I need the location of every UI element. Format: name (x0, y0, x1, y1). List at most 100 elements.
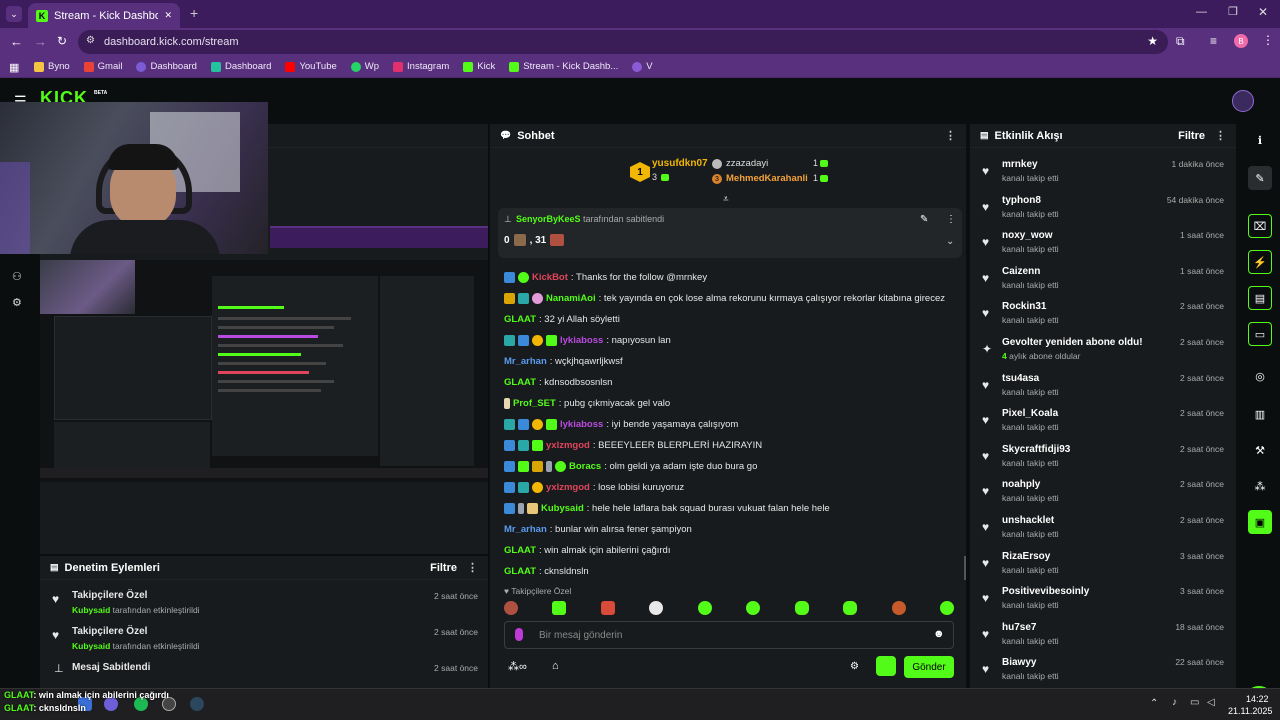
emote-icon[interactable] (843, 601, 858, 615)
close-window-button[interactable]: ✕ (1258, 5, 1268, 19)
bookmark-wp[interactable]: Wp (350, 61, 379, 72)
extensions-icon[interactable]: ⧉ (1176, 34, 1185, 49)
chat-scrollbar[interactable] (964, 556, 966, 580)
bookmark-gmail[interactable]: Gmail (83, 61, 122, 72)
wrench-icon[interactable]: ⚒ (1248, 438, 1272, 462)
bookmark-instagram[interactable]: Instagram (393, 61, 449, 72)
browser-menu-icon[interactable]: ⋮ (1262, 33, 1274, 47)
clock-time[interactable]: 14:22 (1246, 694, 1269, 704)
emote-icon[interactable] (552, 601, 567, 615)
emoji-picker-icon[interactable]: ☻ (933, 628, 945, 640)
chat-username[interactable]: lykiaboss (560, 335, 603, 346)
address-bar[interactable]: ⚙ dashboard.kick.com/stream ★ (78, 30, 1168, 54)
emote-icon[interactable] (649, 601, 664, 615)
send-button[interactable]: Gönder (904, 656, 954, 678)
maximize-button[interactable]: ❐ (1228, 5, 1238, 18)
kick-emote-button[interactable] (876, 656, 896, 676)
chat-username[interactable]: Kubysaid (541, 503, 584, 514)
emote-icon[interactable] (891, 601, 906, 615)
chat-username[interactable]: GLAAT (504, 545, 536, 556)
back-icon[interactable]: ← (10, 34, 23, 49)
tray-chevron-icon[interactable]: ⌃ (1150, 698, 1158, 709)
lightning-icon[interactable]: ⚡ (1248, 250, 1272, 274)
chat-username[interactable]: GLAAT (504, 566, 536, 577)
minimize-button[interactable]: — (1196, 6, 1207, 18)
chat-username[interactable]: KickBot (532, 272, 568, 283)
chat-username[interactable]: yxlzmgod (546, 482, 590, 493)
bookmark-kick[interactable]: Kick (463, 61, 495, 72)
bookmark-stream-dashboard[interactable]: Stream - Kick Dashb... (509, 61, 618, 72)
notes-icon[interactable]: ▤ (1248, 286, 1272, 310)
media-icon[interactable]: ≡ (1210, 34, 1217, 48)
moderation-user[interactable]: Kubysaid (72, 641, 110, 651)
kick-app-icon[interactable]: ▣ (1248, 510, 1272, 534)
emote-icon[interactable] (746, 601, 761, 615)
activity-user[interactable]: hu7se7 (1002, 622, 1036, 633)
chat-tools-icon[interactable]: ⁂∞ (508, 660, 527, 673)
activity-user[interactable]: Biawyy (1002, 657, 1036, 668)
bookmark-v[interactable]: V (632, 61, 653, 72)
edit-icon[interactable]: ✎ (1248, 166, 1272, 190)
browser-tab-active[interactable]: K Stream - Kick Dashboard ✕ (28, 3, 180, 28)
widget-icon[interactable]: ⌧ (1248, 214, 1272, 238)
tab-search-button[interactable]: ⌄ (6, 6, 22, 22)
activity-user[interactable]: Rockin31 (1002, 301, 1046, 312)
activity-user[interactable]: tsu4asa (1002, 373, 1039, 384)
chat-username[interactable]: Mr_arhan (504, 524, 547, 535)
activity-user[interactable]: Pixel_Koala (1002, 408, 1058, 419)
activity-more-icon[interactable]: ⋮ (1205, 129, 1226, 142)
user-avatar[interactable] (1232, 90, 1254, 112)
bookmark-dashboard-2[interactable]: Dashboard (210, 61, 271, 72)
pinned-more-icon[interactable]: ⋮ (946, 214, 956, 225)
chat-username[interactable]: yxlzmgod (546, 440, 590, 451)
chat-username[interactable]: GLAAT (504, 314, 536, 325)
store-icon[interactable]: ⌂ (552, 660, 559, 672)
rank-3-name[interactable]: MehmedKarahanli (726, 173, 808, 184)
chat-username[interactable]: GLAAT (504, 377, 536, 388)
emote-icon[interactable] (504, 601, 518, 615)
chat-username[interactable]: Mr_arhan (504, 356, 547, 367)
chat-input-box[interactable]: Bir mesaj gönderin ☻ (504, 621, 954, 649)
activity-filter-button[interactable]: Filtre (1178, 130, 1205, 142)
activity-user[interactable]: noxy_wow (1002, 230, 1053, 241)
layout-icon[interactable]: ▥ (1248, 402, 1272, 426)
apps-grid-icon[interactable]: ▦ (9, 61, 19, 74)
activity-user[interactable]: noahply (1002, 479, 1040, 490)
tab-close-icon[interactable]: ✕ (164, 10, 172, 21)
activity-user[interactable]: Caizenn (1002, 266, 1040, 277)
chat-username[interactable]: Prof_SET (513, 398, 556, 409)
info-icon[interactable]: ℹ (1248, 128, 1272, 152)
chat-settings-icon[interactable]: ⚙ (850, 661, 859, 672)
moderation-user[interactable]: Kubysaid (72, 605, 110, 615)
unpin-icon[interactable]: ✎ (920, 214, 928, 225)
microphone-tray-icon[interactable]: ♪ (1172, 697, 1177, 708)
profile-avatar[interactable]: B (1234, 34, 1248, 48)
rank-1-name[interactable]: yusufdkn07 (652, 158, 708, 169)
nav-settings-icon[interactable]: ⚙ (12, 296, 22, 309)
moderation-filter-button[interactable]: Filtre (430, 562, 457, 574)
chat-username[interactable]: Boracs (569, 461, 601, 472)
emote-icon[interactable] (697, 601, 712, 615)
broadcast-icon[interactable]: ◎ (1248, 364, 1272, 388)
activity-user[interactable]: Positivevibesoinly (1002, 586, 1089, 597)
apps-icon[interactable]: ⁂ (1248, 474, 1272, 498)
activity-user[interactable]: Skycraftfidji93 (1002, 444, 1070, 455)
forward-icon[interactable]: → (34, 34, 47, 49)
emote-icon[interactable] (794, 601, 809, 615)
chat-username[interactable]: NanamiAoi (546, 293, 596, 304)
new-tab-button[interactable]: + (190, 5, 198, 21)
chat-more-icon[interactable]: ⋮ (935, 129, 956, 142)
emote-icon[interactable] (600, 601, 615, 615)
microphone-icon[interactable] (515, 628, 523, 641)
nav-users-icon[interactable]: ⚇ (12, 270, 22, 283)
bookmark-star-icon[interactable]: ★ (1147, 34, 1158, 48)
emote-icon[interactable] (939, 601, 954, 615)
bookmark-byno[interactable]: Byno (34, 61, 70, 72)
pinned-user[interactable]: SenyorByKeeS (516, 214, 581, 224)
moderation-more-icon[interactable]: ⋮ (457, 561, 478, 574)
expand-leaderboard-icon[interactable]: ⩡ (723, 194, 729, 205)
activity-user[interactable]: mrnkey (1002, 159, 1038, 170)
volume-icon[interactable]: ◁ (1207, 697, 1215, 708)
activity-user[interactable]: RizaErsoy (1002, 551, 1050, 562)
clock-date[interactable]: 21.11.2025 (1228, 706, 1272, 716)
